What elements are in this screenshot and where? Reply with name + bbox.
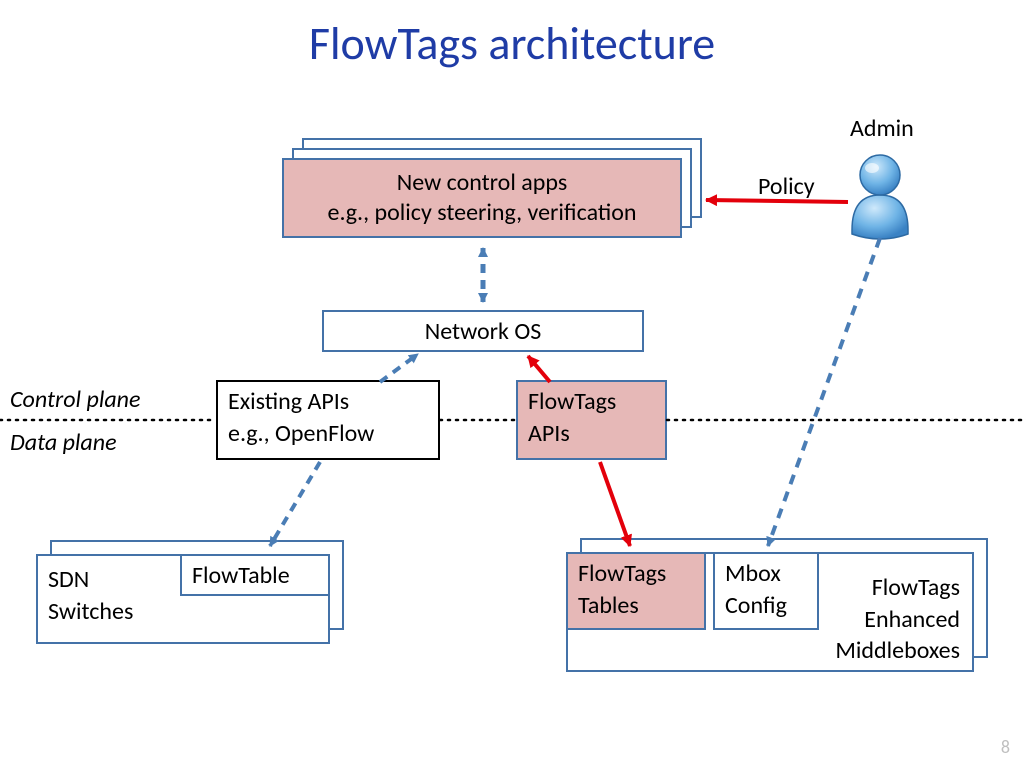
new-control-apps-box: New control apps e.g., policy steering, … xyxy=(282,158,682,238)
page-title: FlowTags architecture xyxy=(0,16,1024,72)
new-apps-line1: New control apps xyxy=(294,168,670,198)
existing-apis-box: Existing APIs e.g., OpenFlow xyxy=(216,380,440,460)
flowtags-apis-to-os-arrow xyxy=(528,356,550,382)
mbox-config-box: Mbox Config xyxy=(713,552,819,630)
flowtags-apis-line1: FlowTags xyxy=(528,386,655,418)
admin-to-middlebox-arrow xyxy=(768,238,880,546)
control-plane-label: Control plane xyxy=(10,385,140,414)
flowtags-apis-line2: APIs xyxy=(528,418,655,450)
existing-apis-line1: Existing APIs xyxy=(228,386,428,418)
data-plane-label: Data plane xyxy=(10,428,117,457)
network-os-box: Network OS xyxy=(322,310,644,352)
new-apps-line2: e.g., policy steering, verification xyxy=(294,198,670,228)
policy-label: Policy xyxy=(758,172,815,201)
middleboxes-enhanced-label: FlowTags Enhanced Middleboxes xyxy=(835,572,960,666)
admin-label: Admin xyxy=(850,114,914,143)
existing-apis-line2: e.g., OpenFlow xyxy=(228,418,428,450)
flowtags-tables-box: FlowTags Tables xyxy=(566,552,706,630)
flowtable-box: FlowTable xyxy=(180,554,330,596)
existing-apis-to-sdn-arrow xyxy=(270,462,320,546)
existing-apis-to-os-arrow xyxy=(380,354,418,382)
flowtags-apis-to-tables-arrow xyxy=(600,462,630,546)
page-number: 8 xyxy=(1001,736,1010,758)
flowtags-apis-box: FlowTags APIs xyxy=(516,380,667,460)
